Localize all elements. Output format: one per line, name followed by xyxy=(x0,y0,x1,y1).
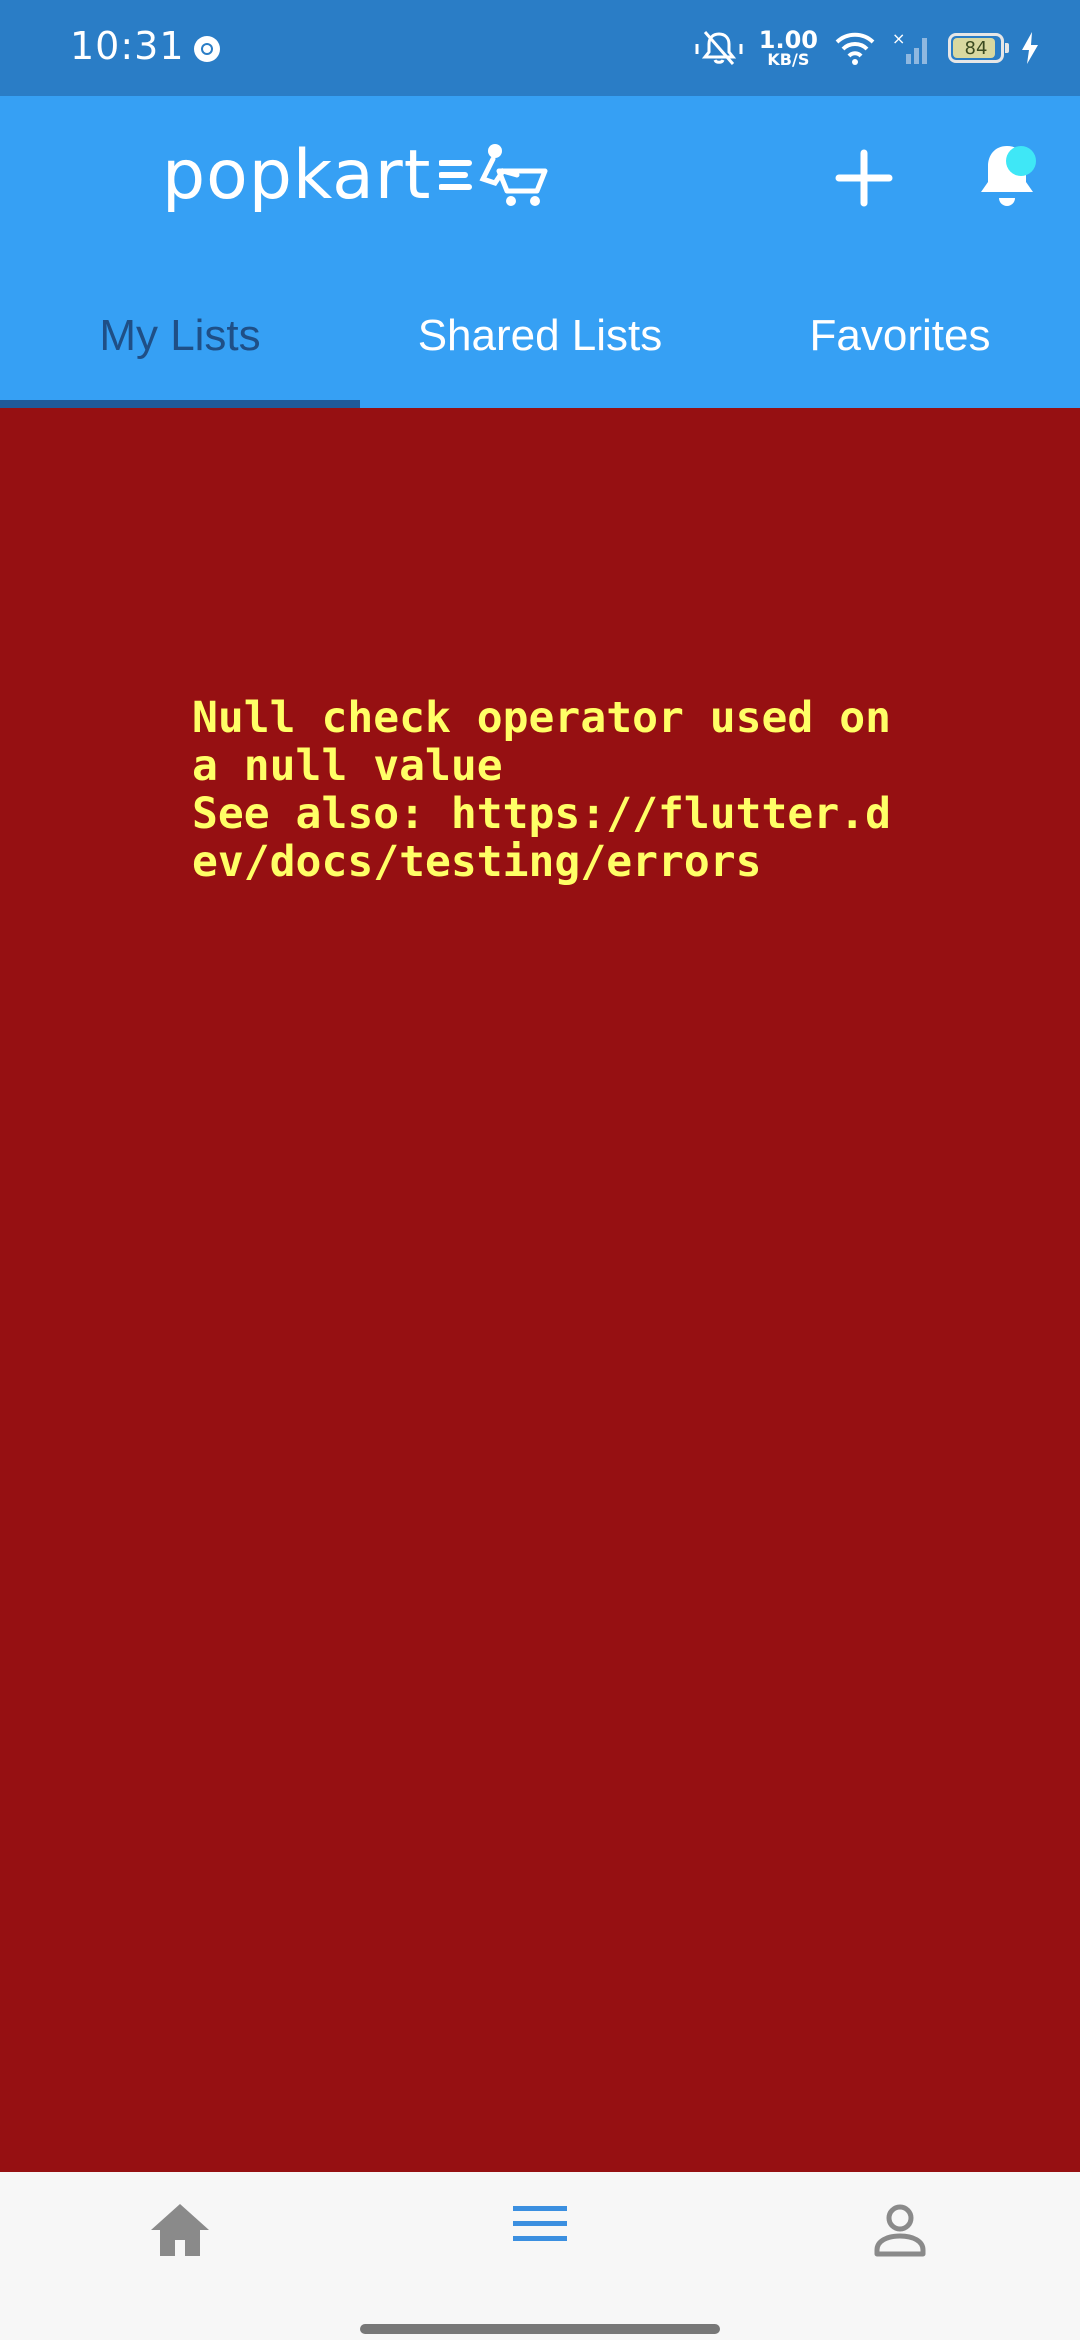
menu-lines-icon xyxy=(513,2206,567,2241)
tab-label: Favorites xyxy=(809,311,991,360)
battery-level: 84 xyxy=(964,37,988,59)
net-speed-value: 1.00 xyxy=(758,26,818,54)
bottom-nav xyxy=(0,2172,1080,2340)
signal-icon: × xyxy=(892,30,927,64)
net-speed: 1.00 KB/S xyxy=(759,28,818,68)
svg-text:×: × xyxy=(892,30,905,48)
tab-indicator xyxy=(0,400,360,408)
home-icon xyxy=(151,2204,209,2256)
status-time: 10:31 xyxy=(70,24,185,68)
error-message: Null check operator used on a null value… xyxy=(192,693,891,887)
profile-icon xyxy=(874,2204,926,2257)
tab-label: My Lists xyxy=(99,311,261,360)
net-speed-unit: KB/S xyxy=(767,50,810,69)
gesture-bar[interactable] xyxy=(360,2324,720,2334)
error-panel: Null check operator used on a null value… xyxy=(0,408,1080,2172)
app-bar: popkart My Lists Shared Lists Favorites xyxy=(0,96,1080,408)
chrome-icon xyxy=(194,36,220,62)
nav-lists[interactable] xyxy=(480,2202,600,2312)
tab-label: Shared Lists xyxy=(417,311,663,360)
battery-icon: 84 xyxy=(948,33,1009,63)
logo-text: popkart xyxy=(162,136,432,215)
add-list-button[interactable] xyxy=(832,146,896,210)
wifi-icon xyxy=(835,32,875,65)
tab-my-lists[interactable]: My Lists xyxy=(0,264,360,408)
nav-profile[interactable] xyxy=(840,2202,960,2312)
status-bar: 10:31 1.00 KB/S × 84 xyxy=(0,0,1080,96)
popkart-logo: popkart xyxy=(162,136,549,215)
tab-shared-lists[interactable]: Shared Lists xyxy=(360,264,720,408)
add-icon xyxy=(835,149,893,207)
shopping-cart-icon xyxy=(439,143,548,206)
charging-bolt-icon xyxy=(1022,32,1038,64)
tab-bar: My Lists Shared Lists Favorites xyxy=(0,264,1080,408)
nav-home[interactable] xyxy=(120,2202,240,2312)
vibrate-bell-off-icon xyxy=(695,31,743,65)
notification-dot xyxy=(1006,146,1036,176)
tab-favorites[interactable]: Favorites xyxy=(720,264,1080,408)
status-icons: 1.00 KB/S × 84 xyxy=(695,20,1040,76)
